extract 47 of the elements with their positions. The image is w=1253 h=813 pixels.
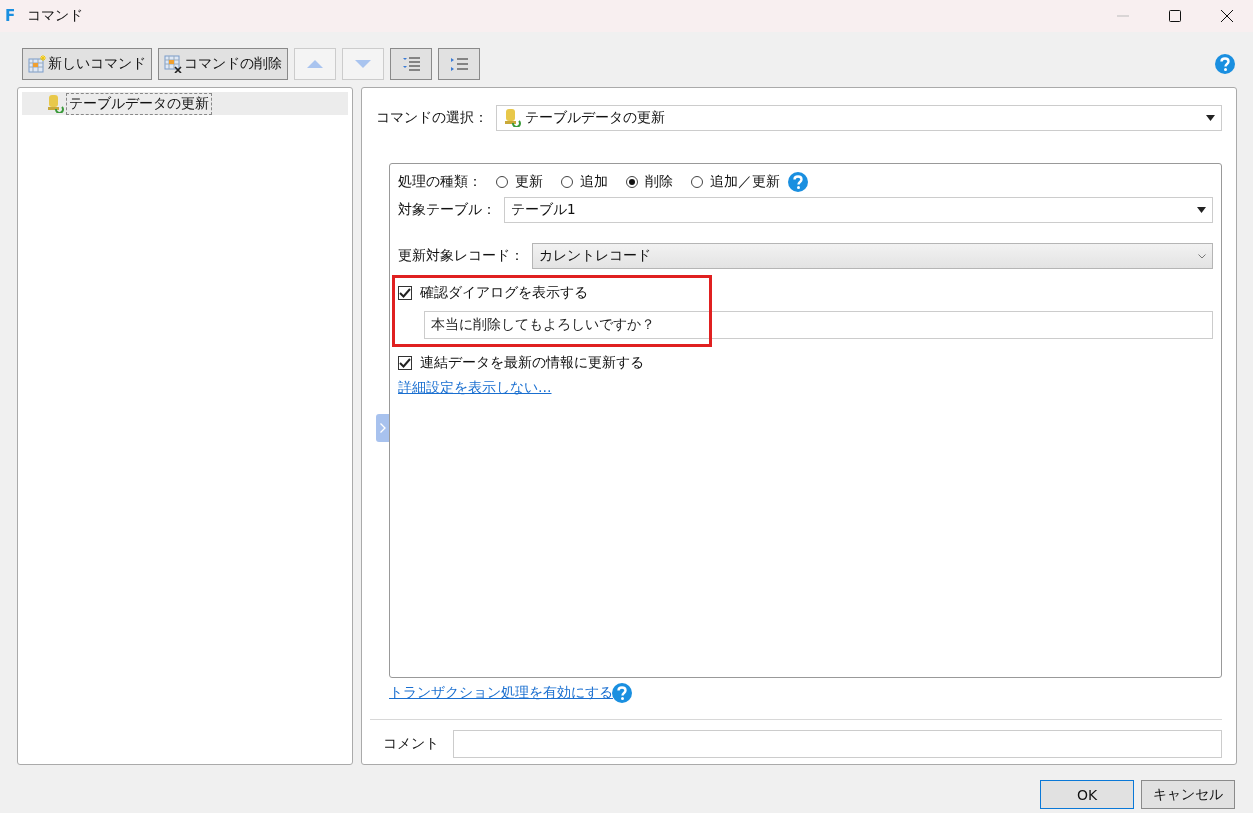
dropdown-caret-icon bbox=[1206, 114, 1215, 121]
ok-button[interactable]: OK bbox=[1040, 780, 1134, 809]
maximize-icon bbox=[1169, 10, 1181, 22]
database-refresh-icon bbox=[46, 94, 64, 113]
radio-option[interactable]: 削除 bbox=[626, 173, 673, 191]
outdent-list-icon bbox=[450, 55, 468, 73]
checkbox[interactable]: 確認ダイアログを表示する bbox=[398, 284, 588, 302]
comment-field[interactable] bbox=[453, 730, 1222, 758]
indent-list-icon bbox=[402, 55, 420, 73]
checkbox[interactable]: 連結データを最新の情報に更新する bbox=[398, 354, 644, 372]
field-label: コマンドの選択： bbox=[376, 108, 488, 127]
record-dropdown[interactable]: カレントレコード bbox=[532, 243, 1213, 269]
field-label: コメント bbox=[383, 735, 439, 753]
indent-list-button[interactable] bbox=[390, 48, 432, 80]
transaction-link[interactable]: トランザクション処理を有効にする bbox=[389, 684, 613, 702]
help-icon bbox=[788, 172, 808, 192]
close-icon bbox=[1221, 10, 1233, 22]
grid-delete-button[interactable]: コマンドの削除 bbox=[158, 48, 288, 80]
chevron-right-icon bbox=[379, 423, 386, 433]
tree-item[interactable]: テーブルデータの更新 bbox=[22, 92, 348, 115]
grid-new-button[interactable]: 新しいコマンド bbox=[22, 48, 152, 80]
window-title: コマンド bbox=[27, 7, 83, 25]
radio-option[interactable]: 追加／更新 bbox=[691, 173, 780, 191]
field-label: 処理の種類： bbox=[398, 173, 482, 191]
up-triangle-icon bbox=[307, 60, 323, 68]
down-triangle-icon bbox=[355, 60, 371, 68]
outdent-list-button[interactable] bbox=[438, 48, 480, 80]
help-icon bbox=[612, 683, 632, 703]
database-refresh-icon bbox=[503, 108, 521, 127]
radio-option[interactable]: 追加 bbox=[561, 173, 608, 191]
table-dropdown[interactable]: テーブル1 bbox=[504, 197, 1213, 223]
app-logo: F bbox=[5, 7, 17, 25]
checkmark-icon bbox=[399, 288, 411, 298]
checkmark-icon bbox=[399, 358, 411, 368]
dropdown-caret-icon bbox=[1197, 207, 1206, 213]
expand-tab[interactable] bbox=[376, 414, 389, 442]
chevron-down-icon bbox=[1198, 253, 1206, 259]
cancel-button[interactable]: キャンセル bbox=[1141, 780, 1235, 809]
field-label: 対象テーブル： bbox=[398, 201, 496, 219]
radio-option[interactable]: 更新 bbox=[496, 173, 543, 191]
message-field[interactable]: 本当に削除してもよろしいですか？ bbox=[424, 311, 1213, 339]
command-dropdown[interactable]: テーブルデータの更新 bbox=[496, 104, 1222, 131]
field-label: 更新対象レコード： bbox=[398, 247, 524, 265]
grid-new-icon bbox=[28, 55, 46, 73]
grid-delete-icon bbox=[164, 55, 182, 73]
help-icon bbox=[1215, 54, 1235, 74]
details-link[interactable]: 詳細設定を表示しない… bbox=[398, 379, 552, 397]
